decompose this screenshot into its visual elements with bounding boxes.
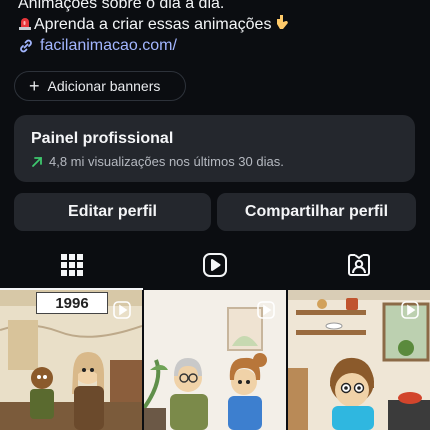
tab-reels[interactable] [143, 240, 286, 290]
tab-posts-grid[interactable] [0, 240, 143, 290]
add-banners-button[interactable]: + Adicionar banners [14, 71, 186, 101]
edit-profile-button[interactable]: Editar perfil [14, 193, 211, 231]
post-thumbnail-1[interactable]: 1996 [0, 290, 142, 430]
siren-icon [19, 18, 31, 30]
plus-icon: + [29, 76, 40, 96]
bio: Animações sobre o dia a dia. Aprenda a c… [18, 0, 418, 56]
professional-dashboard-title: Painel profissional [31, 130, 174, 147]
link-icon [20, 39, 32, 53]
post-1-year-label: 1996 [36, 292, 108, 314]
grid-icon [60, 254, 83, 276]
posts-grid: 1996 [0, 290, 430, 430]
reel-badge-icon [113, 301, 131, 319]
bio-link-text[interactable]: facilanimacao.com/ [40, 36, 177, 56]
share-profile-button[interactable]: Compartilhar perfil [217, 193, 416, 231]
bio-line-2-text: Aprenda a criar essas animações [34, 16, 272, 33]
tagged-icon [347, 254, 370, 276]
bio-link[interactable]: facilanimacao.com/ [18, 36, 418, 56]
trend-up-icon [32, 156, 42, 167]
post-thumbnail-2[interactable] [144, 290, 286, 430]
bio-line-1: Animações sobre o dia a dia. [18, 0, 225, 12]
views-summary: 4,8 mi visualizações nos últimos 30 dias… [49, 154, 284, 169]
post-thumbnail-3[interactable] [288, 290, 430, 430]
bio-line-2: Aprenda a criar essas animações [18, 14, 418, 36]
pointing-down-icon [275, 14, 289, 36]
reel-badge-icon [257, 301, 275, 319]
professional-dashboard[interactable]: Painel profissional 4,8 mi visualizações… [14, 115, 415, 182]
tab-tagged[interactable] [287, 240, 430, 290]
profile-tabs [0, 240, 430, 290]
reel-badge-icon [401, 301, 419, 319]
professional-dashboard-subtitle: 4,8 mi visualizações nos últimos 30 dias… [31, 154, 398, 169]
reels-icon [202, 253, 227, 277]
add-banners-label: Adicionar banners [47, 78, 161, 94]
